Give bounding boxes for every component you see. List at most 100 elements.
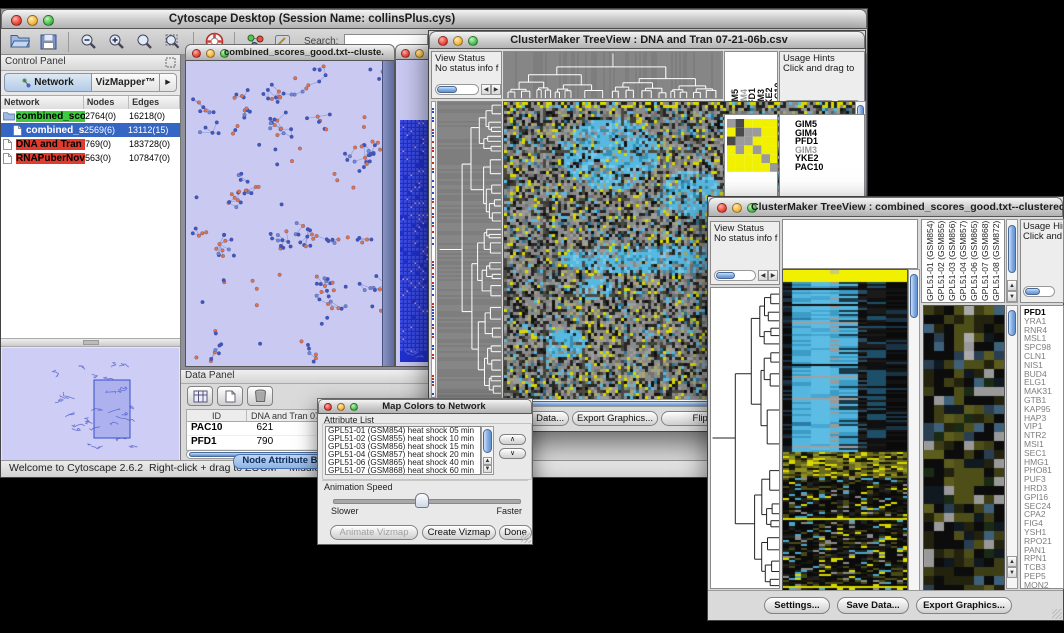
gene-list-item[interactable]: GIM3 (795, 146, 823, 155)
scroll-down-icon[interactable]: ▼ (483, 465, 492, 473)
tv2-vscroll-thumb[interactable] (910, 274, 918, 318)
tv2-hints-scrollbar[interactable] (1023, 286, 1055, 297)
close-icon[interactable] (717, 203, 727, 213)
tv1-export-graphics-button[interactable]: Export Graphics... (572, 411, 658, 426)
tv2-status-thumb[interactable] (716, 272, 735, 279)
minimize-icon[interactable] (337, 403, 345, 411)
dialog-titlebar[interactable]: Map Colors to Network (318, 399, 532, 414)
gene-list-item[interactable]: PEP5 (1024, 572, 1052, 581)
network-row[interactable]: RNAPuberNov2+563(0)107847(0) (1, 151, 180, 165)
gene-list-item[interactable]: SEC1 (1024, 449, 1052, 458)
attribute-list-item[interactable]: GPL51-07 (GSM868) heat shock 60 min (326, 467, 480, 475)
gene-list-item[interactable]: PAN1 (1024, 546, 1052, 555)
gene-list-item[interactable]: MON2 (1024, 581, 1052, 589)
tv2-column-label[interactable]: GPL51-08 (GSM872) (991, 221, 1001, 301)
scroll-down-icon[interactable]: ▼ (1007, 291, 1017, 302)
gene-list-item[interactable]: KAP95 (1024, 405, 1052, 414)
gene-list-item[interactable]: SPC98 (1024, 343, 1052, 352)
scroll-down-icon[interactable]: ▼ (1007, 567, 1017, 578)
tv1-row-dendrogram[interactable] (437, 101, 502, 398)
tv1-status-scrollbar[interactable] (435, 84, 479, 95)
gene-list-item[interactable]: YRA1 (1024, 317, 1052, 326)
tv2-hints-thumb[interactable] (1025, 288, 1040, 295)
tv2-column-label[interactable]: GPL51-04 (GSM857) (958, 221, 968, 301)
gene-list-item[interactable]: GIM4 (795, 129, 823, 138)
create-vizmap-button[interactable]: Create Vizmap (422, 525, 496, 540)
zoom-window-icon[interactable] (350, 403, 358, 411)
scroll-left-icon[interactable]: ◀ (758, 270, 768, 281)
move-attribute-up-button[interactable]: ∧ (499, 434, 526, 445)
column-header[interactable]: ID (187, 410, 247, 421)
gene-list-item[interactable]: RNR4 (1024, 326, 1052, 335)
tv2-export-graphics-button[interactable]: Export Graphics... (916, 597, 1012, 614)
minimize-icon[interactable] (415, 49, 424, 58)
attribute-list-item[interactable]: GPL51-06 (GSM865) heat shock 40 min (326, 459, 480, 467)
scroll-up-icon[interactable]: ▲ (1007, 280, 1017, 291)
gene-list-item[interactable]: RPN1 (1024, 554, 1052, 563)
zoom-out-icon[interactable] (78, 31, 100, 53)
gene-list-item[interactable]: YKE2 (795, 154, 823, 163)
network1-titlebar[interactable]: combined_scores_good.txt--cluste... (185, 44, 395, 61)
gene-list-item[interactable]: HMG1 (1024, 458, 1052, 467)
new-attribute-button[interactable] (217, 386, 243, 406)
gene-list-item[interactable]: MSI1 (1024, 440, 1052, 449)
tv2-column-label[interactable]: GPL51-03 (GSM856) (947, 221, 957, 301)
gene-list-item[interactable]: FIG4 (1024, 519, 1052, 528)
gene-list-item[interactable]: NTR2 (1024, 431, 1052, 440)
minimize-icon[interactable] (732, 203, 742, 213)
tv2-labels-thumb[interactable] (1008, 225, 1016, 273)
minimize-icon[interactable] (206, 49, 215, 58)
close-icon[interactable] (401, 49, 410, 58)
attribute-list-item[interactable]: GPL51-04 (GSM857) heat shock 20 min (326, 451, 480, 459)
scroll-up-icon[interactable]: ▲ (1007, 556, 1017, 567)
column-header[interactable]: Edges (129, 96, 180, 109)
tv2-column-label[interactable]: GPL51-02 (GSM855) (936, 221, 946, 301)
network-row[interactable]: combined_sco2569(6)13112(15) (1, 123, 180, 137)
tab-vizmapper[interactable]: VizMapper™ (92, 73, 160, 92)
slider-thumb[interactable] (415, 493, 429, 508)
scroll-right-icon[interactable]: ▶ (491, 84, 501, 95)
gene-list-item[interactable]: RPO21 (1024, 537, 1052, 546)
attribute-list-item[interactable]: GPL51-03 (GSM856) heat shock 15 min (326, 443, 480, 451)
tv2-vscrollbar[interactable] (908, 269, 920, 593)
tv2-zoom-scrollbar[interactable]: ▲ ▼ (1006, 305, 1018, 589)
tv2-settings-button[interactable]: Settings... (764, 597, 830, 614)
attribute-list-item[interactable]: GPL51-01 (GSM854) heat shock 05 min (326, 427, 480, 435)
gene-list-item[interactable]: GTB1 (1024, 396, 1052, 405)
minimize-icon[interactable] (27, 15, 38, 26)
tv1-column-dendrogram[interactable] (503, 51, 723, 99)
minimize-icon[interactable] (453, 36, 463, 46)
gene-list-item[interactable]: CPA2 (1024, 510, 1052, 519)
delete-attribute-trash-icon[interactable] (247, 386, 273, 406)
network1-right-scroll[interactable] (382, 61, 394, 366)
gene-list-item[interactable]: YSH1 (1024, 528, 1052, 537)
scroll-left-icon[interactable]: ◀ (481, 84, 491, 95)
save-icon[interactable] (37, 31, 59, 53)
table-select-attributes-button[interactable] (187, 386, 213, 406)
gene-list-item[interactable]: GIM5 (795, 120, 823, 129)
gene-list-item[interactable]: NIS1 (1024, 361, 1052, 370)
tv2-zoom-thumb[interactable] (1008, 310, 1016, 336)
close-icon[interactable] (192, 49, 201, 58)
gene-list-item[interactable]: VIP1 (1024, 422, 1052, 431)
gene-list-item[interactable]: PAC10 (795, 163, 823, 172)
tv2-status-scrollbar[interactable] (714, 270, 756, 281)
column-header[interactable]: Network (1, 96, 84, 109)
gene-list-item[interactable]: CLN1 (1024, 352, 1052, 361)
tab-network[interactable]: Network (4, 73, 92, 92)
treeview2-titlebar[interactable]: ClusterMaker TreeView : combined_scores_… (708, 197, 1063, 217)
network-row[interactable]: DNA and Tran 07769(0)183728(0) (1, 137, 180, 151)
network-row[interactable]: combined_scores2764(0)16218(0) (1, 109, 180, 123)
tv2-column-label[interactable]: GPL51-07 (GSM868) (980, 221, 990, 301)
network-overview[interactable] (2, 348, 179, 460)
tv2-column-label[interactable]: GPL51-06 (GSM865) (969, 221, 979, 301)
resize-grip[interactable] (521, 533, 531, 543)
tab-overflow-button[interactable]: ▶ (160, 73, 177, 92)
scroll-right-icon[interactable]: ▶ (768, 270, 778, 281)
close-icon[interactable] (11, 15, 22, 26)
tv2-column-label[interactable]: GPL51-01 (GSM854) (925, 221, 935, 301)
resize-grip[interactable] (1052, 609, 1062, 619)
tv1-status-thumb[interactable] (437, 86, 457, 93)
gene-list-item[interactable]: MSL1 (1024, 334, 1052, 343)
tv2-column-dendrogram[interactable] (782, 219, 918, 269)
